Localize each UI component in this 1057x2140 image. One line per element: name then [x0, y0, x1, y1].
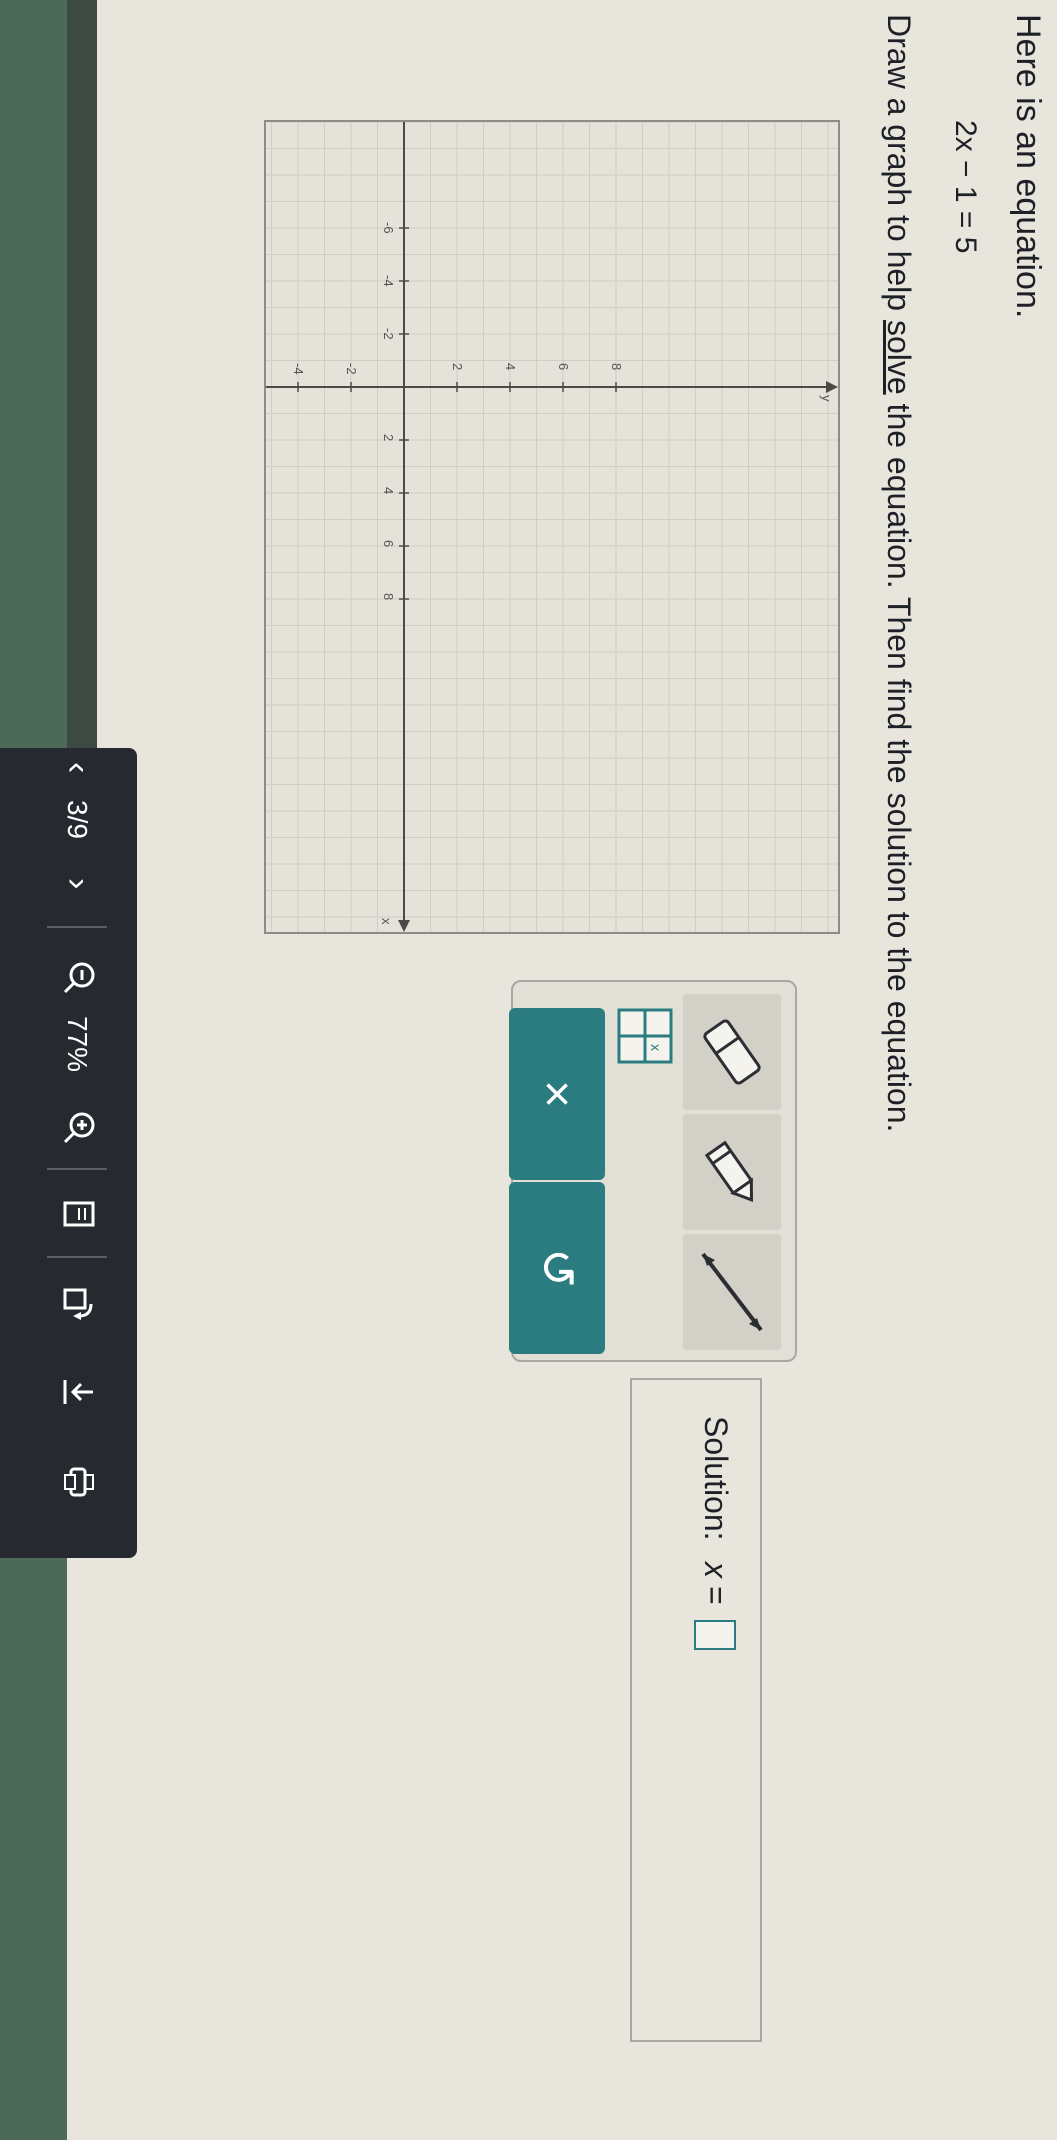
zoom-in-button[interactable] [54, 1110, 97, 1146]
zoom-level: 77% [62, 1016, 93, 1073]
x-tick-label: 2 [381, 434, 396, 441]
x-tick-label: -2 [381, 328, 396, 340]
download-icon [63, 1380, 93, 1404]
x-tick-label: 6 [381, 540, 396, 547]
page-fit-icon [63, 1201, 95, 1227]
x-axis-arrow [398, 920, 410, 932]
print-icon [64, 1467, 94, 1497]
pencil-tool-button[interactable] [683, 1114, 781, 1230]
coordinate-grid[interactable]: x y -6 -4 -2 2 4 6 8 8 6 4 2 -2 -4 [266, 122, 838, 932]
next-page-button[interactable]: › [58, 878, 97, 889]
viewer-toolbar: ‹ 3/9 › 77% [0, 748, 137, 1558]
x-tick-label: 8 [381, 593, 396, 600]
instruction-before: Draw a graph to help [881, 14, 917, 320]
toolbar-divider [47, 1256, 107, 1258]
line-tool-button[interactable] [683, 1234, 781, 1350]
y-tick-label: -4 [291, 363, 306, 375]
instruction-text: Draw a graph to help solve the equation.… [880, 14, 917, 1132]
y-axis-arrow [826, 381, 838, 393]
question-intro: Here is an equation. [1009, 14, 1047, 319]
pencil-icon [704, 1140, 754, 1203]
download-button[interactable] [54, 1374, 97, 1410]
solution-label: Solution: [698, 1416, 734, 1541]
x-tick-label: -6 [381, 222, 396, 234]
y-tick-label: -2 [344, 363, 359, 375]
instruction-after: the equation. Then find the solution to … [881, 394, 917, 1133]
grid-toggle-button[interactable]: x [615, 1006, 675, 1066]
solution-variable: x [698, 1562, 734, 1578]
toolbar-divider [47, 1168, 107, 1170]
eraser-icon [703, 1019, 761, 1085]
rotate-button[interactable] [54, 1284, 97, 1320]
y-tick-label: 2 [450, 363, 465, 370]
solution-input[interactable] [694, 1620, 736, 1650]
solution-equals: = [698, 1586, 734, 1605]
y-tick-label: 8 [609, 363, 624, 370]
x-tick-label: 4 [381, 487, 396, 494]
x-tick-label: -4 [381, 275, 396, 287]
page-indicator: 3/9 [62, 800, 93, 839]
svg-text:x: x [648, 1044, 664, 1051]
x-axis-label: x [379, 918, 394, 925]
graph-canvas[interactable]: x y -6 -4 -2 2 4 6 8 8 6 4 2 -2 -4 [264, 120, 840, 934]
line-segment-icon [701, 1252, 763, 1332]
previous-page-button[interactable]: ‹ [58, 762, 97, 773]
grid-icon: x [617, 1008, 673, 1064]
toolbar-divider [47, 926, 107, 928]
y-tick-label: 4 [503, 363, 518, 370]
print-button[interactable] [54, 1464, 97, 1500]
zoom-out-button[interactable] [54, 960, 97, 996]
equation-text: 2x − 1 = 5 [949, 120, 982, 254]
fit-page-button[interactable] [54, 1196, 97, 1232]
solution-box: Solution: x = [630, 1378, 762, 2042]
drawing-tool-panel: x × ↺ [509, 980, 797, 1362]
instruction-underlined-word: solve [881, 319, 917, 395]
eraser-tool-button[interactable] [683, 994, 781, 1110]
screen-stage: Here is an equation. 2x − 1 = 5 Draw a g… [0, 0, 1057, 2140]
clear-button[interactable]: × [509, 1008, 605, 1180]
y-tick-label: 6 [556, 363, 571, 370]
y-axis-label: y [819, 395, 834, 402]
rotate-icon [63, 1288, 93, 1320]
zoom-out-icon [63, 962, 95, 994]
zoom-in-icon [63, 1112, 95, 1144]
undo-button[interactable]: ↺ [509, 1182, 605, 1354]
